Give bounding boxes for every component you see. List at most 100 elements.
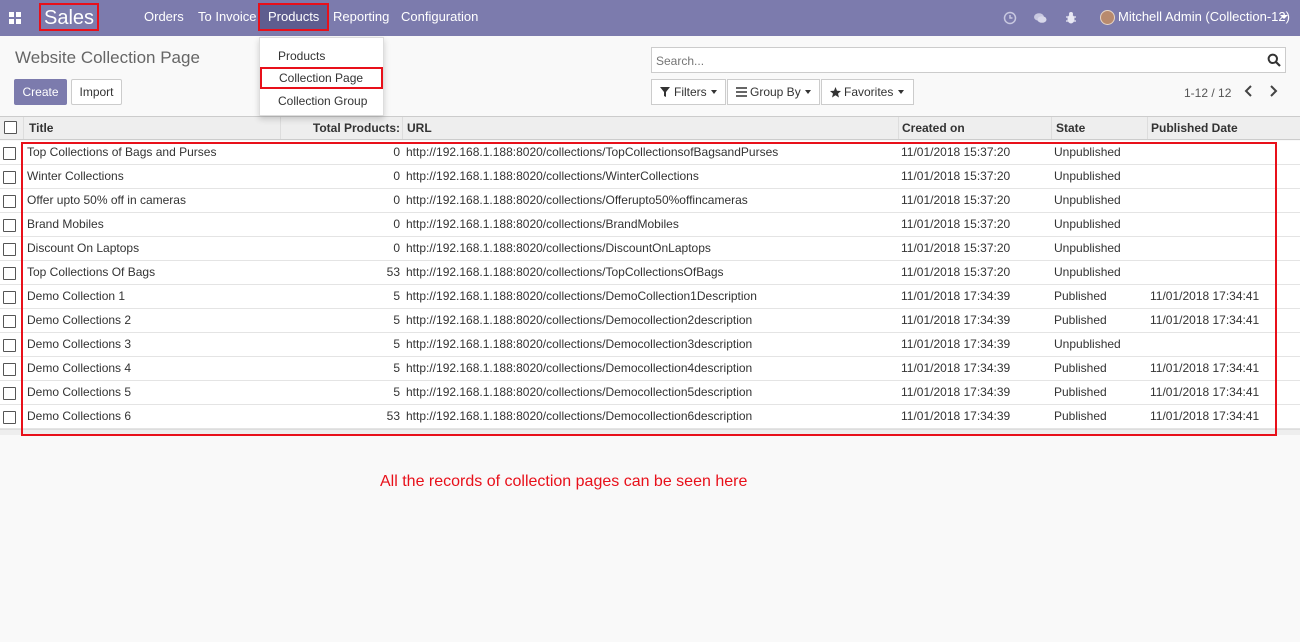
- filters-button[interactable]: Filters: [651, 79, 726, 105]
- cell-url: http://192.168.1.188:8020/collections/Wi…: [406, 169, 699, 183]
- favorites-button[interactable]: Favorites: [821, 79, 914, 105]
- user-caret-icon[interactable]: [1280, 15, 1288, 19]
- column-state[interactable]: State: [1051, 117, 1147, 139]
- row-checkbox[interactable]: [3, 411, 16, 424]
- cell-total-products: 53: [386, 409, 400, 423]
- cell-title: Offer upto 50% off in cameras: [27, 193, 186, 207]
- cell-created-on: 11/01/2018 17:34:39: [901, 409, 1011, 423]
- filter-icon: [660, 87, 670, 97]
- top-navbar: Sales Orders To Invoice Products Reporti…: [0, 0, 1300, 36]
- cell-title: Brand Mobiles: [27, 217, 104, 231]
- cell-title: Winter Collections: [27, 169, 124, 183]
- column-url[interactable]: URL: [402, 117, 898, 139]
- star-icon: [830, 87, 841, 98]
- search-icon[interactable]: [1267, 53, 1281, 67]
- row-checkbox[interactable]: [3, 315, 16, 328]
- caret-down-icon: [711, 90, 717, 94]
- clock-icon[interactable]: [1003, 11, 1017, 25]
- table-row[interactable]: Demo Collections 4 5 http://192.168.1.188:…: [0, 357, 1300, 381]
- select-all-checkbox[interactable]: [4, 121, 17, 134]
- cell-url: http://192.168.1.188:8020/collections/De…: [406, 385, 753, 399]
- row-checkbox[interactable]: [3, 171, 16, 184]
- dropdown-item-collection-group[interactable]: Collection Group: [278, 94, 367, 108]
- cell-state: Unpublished: [1054, 145, 1121, 159]
- cell-created-on: 11/01/2018 17:34:39: [901, 385, 1011, 399]
- cell-state: Unpublished: [1054, 169, 1121, 183]
- menu-to-invoice[interactable]: To Invoice: [198, 0, 257, 36]
- row-checkbox[interactable]: [3, 387, 16, 400]
- table-row[interactable]: Top Collections Of Bags 53 http://192.168.…: [0, 261, 1300, 285]
- table-row[interactable]: Brand Mobiles 0 http://192.168.1.188:8020/…: [0, 213, 1300, 237]
- cell-total-products: 0: [393, 169, 400, 183]
- row-checkbox[interactable]: [3, 291, 16, 304]
- table-row[interactable]: Demo Collection 1 5 http://192.168.1.188:8…: [0, 285, 1300, 309]
- menu-reporting[interactable]: Reporting: [333, 0, 389, 36]
- cell-total-products: 0: [393, 193, 400, 207]
- page-title: Website Collection Page: [15, 48, 200, 67]
- cell-created-on: 11/01/2018 15:37:20: [901, 145, 1011, 159]
- table-row[interactable]: Demo Collections 3 5 http://192.168.1.188:…: [0, 333, 1300, 357]
- app-brand[interactable]: Sales: [39, 3, 100, 31]
- row-checkbox[interactable]: [3, 243, 16, 256]
- chat-icon[interactable]: [1033, 11, 1047, 25]
- table-row[interactable]: Winter Collections 0 http://192.168.1.188:…: [0, 165, 1300, 189]
- cell-state: Unpublished: [1054, 265, 1121, 279]
- group-by-button[interactable]: Group By: [727, 79, 820, 105]
- apps-icon[interactable]: [9, 12, 21, 24]
- chevron-right-icon[interactable]: [1267, 84, 1279, 98]
- table-row[interactable]: Offer upto 50% off in cameras 0 http://192…: [0, 189, 1300, 213]
- chevron-left-icon[interactable]: [1243, 84, 1255, 98]
- cell-state: Published: [1054, 313, 1107, 327]
- caret-down-icon: [805, 90, 811, 94]
- pager-value[interactable]: 1-12 / 12: [1184, 86, 1231, 100]
- cell-total-products: 5: [393, 337, 400, 351]
- cell-state: Unpublished: [1054, 217, 1121, 231]
- cell-created-on: 11/01/2018 15:37:20: [901, 265, 1011, 279]
- cell-created-on: 11/01/2018 17:34:39: [901, 289, 1011, 303]
- column-published-date[interactable]: Published Date: [1147, 117, 1300, 139]
- row-checkbox[interactable]: [3, 363, 16, 376]
- create-button[interactable]: Create: [14, 79, 67, 105]
- cell-url: http://192.168.1.188:8020/collections/Of…: [406, 193, 748, 207]
- search-input[interactable]: [656, 52, 1256, 70]
- import-button[interactable]: Import: [71, 79, 122, 105]
- column-title[interactable]: Title: [23, 117, 280, 139]
- avatar[interactable]: [1100, 10, 1115, 25]
- cell-title: Demo Collections 5: [27, 385, 132, 399]
- table-row[interactable]: Demo Collections 5 5 http://192.168.1.188:…: [0, 381, 1300, 405]
- dropdown-item-collection-page[interactable]: Collection Page: [260, 67, 383, 89]
- table-header: Title Total Products: URL Created on Sta…: [0, 116, 1300, 140]
- cell-published-date: 11/01/2018 17:34:41: [1150, 385, 1260, 399]
- cell-total-products: 5: [393, 289, 400, 303]
- cell-title: Demo Collections 3: [27, 337, 132, 351]
- cell-state: Published: [1054, 385, 1107, 399]
- cell-published-date: [1150, 189, 1300, 212]
- cell-total-products: 53: [386, 265, 400, 279]
- user-menu[interactable]: Mitchell Admin (Collection-12): [1118, 0, 1290, 34]
- column-created-on[interactable]: Created on: [898, 117, 1051, 139]
- table-row[interactable]: Top Collections of Bags and Purses 0 http:…: [0, 141, 1300, 165]
- row-checkbox[interactable]: [3, 147, 16, 160]
- cell-published-date: 11/01/2018 17:34:41: [1150, 361, 1260, 375]
- row-checkbox[interactable]: [3, 219, 16, 232]
- cell-published-date: [1150, 237, 1300, 260]
- cell-title: Top Collections Of Bags: [27, 265, 156, 279]
- table-row[interactable]: Discount On Laptops 0 http://192.168.1.188…: [0, 237, 1300, 261]
- cell-published-date: 11/01/2018 17:34:41: [1150, 289, 1260, 303]
- cell-total-products: 5: [393, 313, 400, 327]
- row-checkbox[interactable]: [3, 267, 16, 280]
- menu-orders[interactable]: Orders: [144, 0, 184, 36]
- row-checkbox[interactable]: [3, 195, 16, 208]
- menu-products[interactable]: Products: [258, 3, 330, 31]
- menu-configuration[interactable]: Configuration: [401, 0, 478, 36]
- table-row[interactable]: Demo Collections 6 53 http://192.168.1.188…: [0, 405, 1300, 429]
- cell-total-products: 0: [393, 217, 400, 231]
- cell-state: Unpublished: [1054, 337, 1121, 351]
- cell-published-date: [1150, 261, 1300, 284]
- column-total-products[interactable]: Total Products:: [280, 117, 402, 139]
- cell-total-products: 5: [393, 361, 400, 375]
- table-row[interactable]: Demo Collections 2 5 http://192.168.1.188:…: [0, 309, 1300, 333]
- row-checkbox[interactable]: [3, 339, 16, 352]
- dropdown-item-products[interactable]: Products: [278, 49, 325, 63]
- bug-icon[interactable]: [1064, 11, 1078, 25]
